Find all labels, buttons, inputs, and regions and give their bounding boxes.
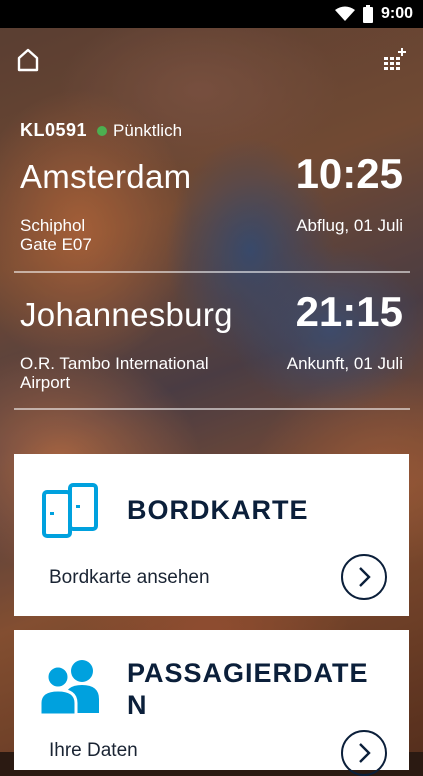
view-passenger-data-button[interactable] xyxy=(341,730,387,776)
home-button[interactable] xyxy=(14,46,42,74)
chevron-right-icon xyxy=(359,567,371,587)
add-to-calendar-button[interactable] xyxy=(381,46,409,74)
passenger-data-title-line1: PASSAGIERDATE xyxy=(127,658,369,688)
chevron-right-icon xyxy=(359,743,371,763)
departure-date: Abflug, 01 Juli xyxy=(296,216,403,235)
departure-time: 10:25 xyxy=(295,150,403,197)
arrival-city: Johannesburg xyxy=(20,296,233,333)
departure-section: Amsterdam 10:25 Schiphol Gate E07 Abflug… xyxy=(20,148,403,258)
departure-city: Amsterdam xyxy=(20,158,192,195)
app-bar xyxy=(0,28,423,92)
status-time: 9:00 xyxy=(380,5,413,22)
passenger-data-title-line2: N xyxy=(127,690,148,720)
boarding-pass-title: BORDKARTE xyxy=(127,495,309,525)
flight-header: KL0591 Pünktlich xyxy=(20,120,182,141)
passengers-icon xyxy=(39,660,99,715)
arrival-airport-name-cont: Airport xyxy=(20,373,71,392)
boarding-pass-card[interactable]: BORDKARTE Bordkarte ansehen xyxy=(14,454,409,616)
status-dot-icon xyxy=(97,125,108,136)
departure-airport-name: Schiphol xyxy=(20,216,86,235)
arrival-section: Johannesburg 21:15 O.R. Tambo Internatio… xyxy=(20,286,403,396)
view-boarding-pass-button[interactable] xyxy=(341,554,387,600)
departure-airport: Schiphol Gate E07 xyxy=(20,216,92,254)
flight-status: Pünktlich xyxy=(113,120,183,140)
flight-number: KL0591 xyxy=(20,120,88,140)
status-icons: 9:00 xyxy=(334,0,413,28)
battery-icon xyxy=(362,5,373,23)
wifi-icon xyxy=(334,6,355,21)
arrival-time: 21:15 xyxy=(295,288,403,335)
home-icon xyxy=(17,48,39,72)
departure-gate: Gate E07 xyxy=(20,235,92,254)
calendar-add-icon xyxy=(384,48,406,70)
boarding-pass-icon xyxy=(42,483,98,538)
divider xyxy=(14,271,410,273)
passenger-data-card[interactable]: PASSAGIERDATE N Ihre Daten xyxy=(14,630,409,776)
divider xyxy=(14,408,410,410)
arrival-date: Ankunft, 01 Juli xyxy=(286,354,403,373)
passenger-data-title: PASSAGIERDATE N xyxy=(127,657,369,721)
arrival-airport-name: O.R. Tambo International xyxy=(20,354,209,373)
status-bar: 9:00 xyxy=(0,0,423,28)
arrival-airport: O.R. Tambo International Airport xyxy=(20,354,209,392)
boarding-pass-subtitle: Bordkarte ansehen xyxy=(49,567,210,588)
passenger-data-subtitle: Ihre Daten xyxy=(49,740,138,761)
